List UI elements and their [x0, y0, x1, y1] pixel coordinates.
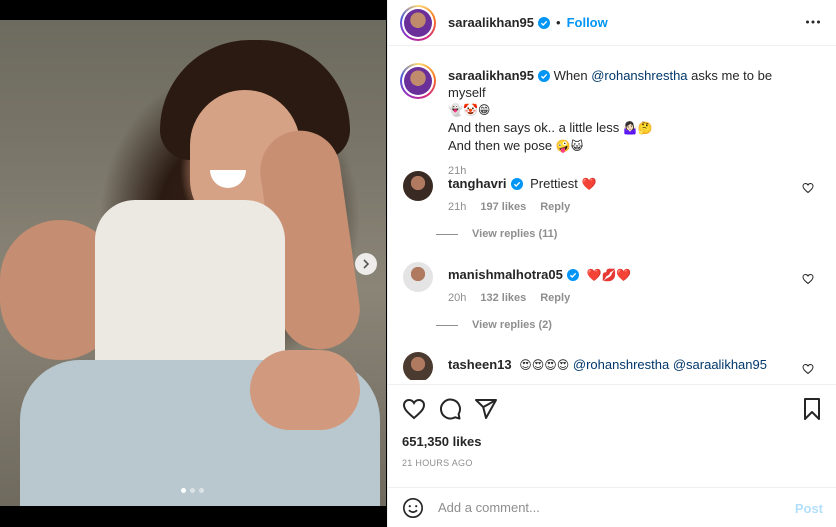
reply-button[interactable]: Reply: [540, 201, 570, 213]
post-timestamp: 21 HOURS AGO: [402, 458, 473, 468]
author-username[interactable]: saraalikhan95: [448, 15, 534, 30]
avatar[interactable]: [403, 262, 433, 292]
heart-icon[interactable]: [802, 363, 814, 375]
emoji-picker-icon[interactable]: [402, 497, 424, 519]
comment-time: 21h: [448, 201, 467, 213]
caption-line3: And then we pose: [448, 138, 553, 153]
comments-list[interactable]: saraalikhan95 When @rohanshrestha asks m…: [388, 47, 836, 380]
comment-mention-link[interactable]: @saraalikhan95: [673, 357, 767, 372]
add-comment-bar: Post: [388, 487, 836, 527]
comment-emojis: 😍😍😍😍: [519, 358, 570, 372]
header-separator: •: [556, 15, 561, 30]
follow-button[interactable]: Follow: [567, 15, 608, 30]
comment-username[interactable]: manishmalhotra05: [448, 267, 563, 282]
comment-emojis: ❤️💋❤️: [586, 268, 632, 282]
like-heart-icon[interactable]: [402, 397, 426, 421]
photo-knee: [250, 350, 360, 430]
likes-count[interactable]: 651,350 likes: [402, 434, 482, 449]
comment-emojis: ❤️: [581, 177, 597, 191]
avatar[interactable]: [400, 63, 436, 99]
verified-badge-icon: [510, 178, 523, 190]
share-icon[interactable]: [474, 397, 498, 421]
comment-text: tanghavri Prettiest ❤️: [448, 175, 778, 193]
caption-emojis-line2: 🤷🏻‍♀️🤔: [622, 121, 653, 135]
comment-mention-link[interactable]: @rohanshrestha: [573, 357, 669, 372]
comment-input[interactable]: [438, 500, 768, 515]
caption-text: saraalikhan95 When @rohanshrestha asks m…: [448, 67, 808, 180]
heart-icon[interactable]: [802, 273, 814, 285]
comment-likes[interactable]: 197 likes: [480, 201, 526, 213]
bookmark-icon[interactable]: [801, 397, 823, 421]
verified-badge-icon: [538, 16, 551, 29]
view-replies-button[interactable]: View replies (11): [436, 228, 557, 240]
comment-username[interactable]: tanghavri: [448, 176, 507, 191]
view-replies-label: View replies (2): [472, 319, 552, 331]
verified-badge-icon: [538, 70, 551, 82]
carousel-dot: [190, 488, 195, 493]
avatar[interactable]: [403, 171, 433, 201]
verified-badge-icon: [566, 269, 579, 281]
comment-body: Prettiest: [530, 176, 578, 191]
chevron-right-icon: [363, 259, 370, 269]
avatar[interactable]: [403, 352, 433, 380]
comment-text: tasheen13 😍😍😍😍 @rohanshrestha @saraalikh…: [448, 356, 788, 374]
comment-meta: 21h 197 likes Reply: [448, 201, 570, 213]
caption-mention-link[interactable]: @rohanshrestha: [591, 68, 687, 83]
view-replies-button[interactable]: View replies (2): [436, 319, 552, 331]
comment-icon[interactable]: [438, 397, 462, 421]
comment-time: 20h: [448, 292, 467, 304]
more-horizontal-icon[interactable]: [805, 14, 821, 30]
carousel-dot: [181, 488, 186, 493]
post-actions: [388, 384, 836, 434]
carousel-next-button[interactable]: [355, 253, 377, 275]
caption-username[interactable]: saraalikhan95: [448, 68, 534, 83]
replies-divider-line: [436, 324, 458, 326]
post-sidebar: saraalikhan95 • Follow saraalikhan95 Whe…: [387, 0, 836, 527]
comment-text: manishmalhotra05 ❤️💋❤️: [448, 266, 778, 284]
comment-username[interactable]: tasheen13: [448, 357, 512, 372]
comment-item: tasheen13 😍😍😍😍 @rohanshrestha @saraalikh…: [400, 352, 830, 380]
replies-divider-line: [436, 233, 458, 235]
heart-icon[interactable]: [802, 182, 814, 194]
reply-button[interactable]: Reply: [540, 292, 570, 304]
view-replies-label: View replies (11): [472, 228, 558, 240]
post-photo[interactable]: [0, 20, 386, 506]
caption-line2: And then says ok.. a little less: [448, 120, 620, 135]
post-header: saraalikhan95 • Follow: [388, 0, 836, 46]
comment-likes[interactable]: 132 likes: [480, 292, 526, 304]
carousel-indicator: [181, 488, 204, 493]
caption-text-prefix: When: [553, 68, 592, 83]
post-comment-button[interactable]: Post: [795, 501, 823, 516]
caption-emojis-line1: 👻🤡😁: [448, 103, 491, 117]
comment-meta: 20h 132 likes Reply: [448, 292, 570, 304]
caption-emojis-line3: 🤪😺: [555, 139, 584, 153]
avatar[interactable]: [400, 4, 436, 41]
carousel-dot: [199, 488, 204, 493]
post-modal: saraalikhan95 • Follow saraalikhan95 Whe…: [0, 0, 836, 527]
